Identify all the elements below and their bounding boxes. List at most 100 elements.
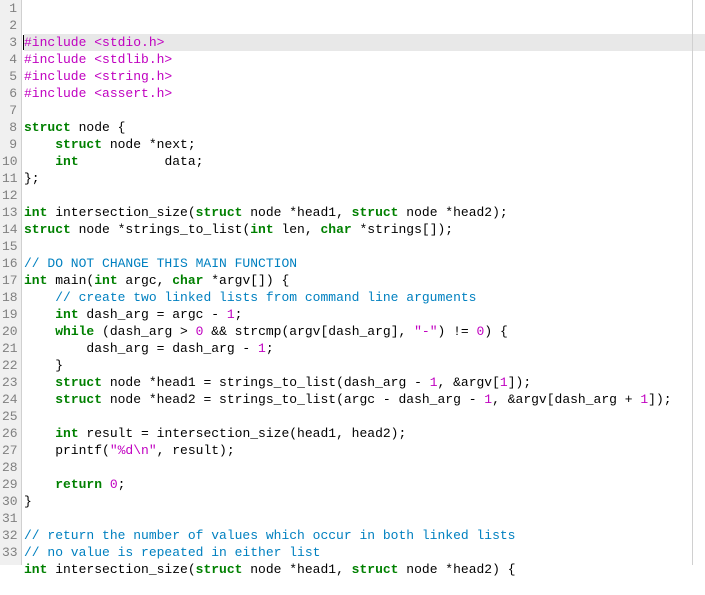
code-line[interactable] bbox=[24, 510, 705, 527]
code-token: *strings[]); bbox=[352, 222, 453, 237]
line-number: 17 bbox=[2, 272, 17, 289]
code-token: node *head1 = strings_to_list(dash_arg - bbox=[102, 375, 430, 390]
code-line[interactable]: struct node *strings_to_list(int len, ch… bbox=[24, 221, 705, 238]
code-token: argc, bbox=[118, 273, 173, 288]
line-number: 19 bbox=[2, 306, 17, 323]
code-line[interactable]: int intersection_size(struct node *head1… bbox=[24, 204, 705, 221]
code-line[interactable]: } bbox=[24, 493, 705, 510]
code-token bbox=[24, 137, 55, 152]
code-token: result = intersection_size(head1, head2)… bbox=[79, 426, 407, 441]
code-line[interactable]: int result = intersection_size(head1, he… bbox=[24, 425, 705, 442]
code-token: ]); bbox=[508, 375, 531, 390]
code-line[interactable]: struct node *head2 = strings_to_list(arg… bbox=[24, 391, 705, 408]
code-line[interactable]: #include <string.h> bbox=[24, 68, 705, 85]
code-line[interactable]: // create two linked lists from command … bbox=[24, 289, 705, 306]
line-number: 20 bbox=[2, 323, 17, 340]
code-token: data; bbox=[79, 154, 204, 169]
code-token: 1 bbox=[258, 341, 266, 356]
code-token: , &argv[ bbox=[438, 375, 500, 390]
code-token bbox=[102, 477, 110, 492]
code-token: 1 bbox=[430, 375, 438, 390]
code-token: struct bbox=[55, 137, 102, 152]
code-token: <stdio.h> bbox=[94, 35, 164, 50]
line-number: 11 bbox=[2, 170, 17, 187]
code-token: #include bbox=[24, 35, 94, 50]
code-line[interactable]: int intersection_size(struct node *head1… bbox=[24, 561, 705, 578]
code-line[interactable]: struct node { bbox=[24, 119, 705, 136]
code-token: ) != bbox=[438, 324, 477, 339]
code-token: struct bbox=[24, 222, 71, 237]
code-line[interactable] bbox=[24, 459, 705, 476]
line-number: 30 bbox=[2, 493, 17, 510]
code-token: struct bbox=[196, 562, 243, 577]
code-line[interactable]: int dash_arg = argc - 1; bbox=[24, 306, 705, 323]
code-line[interactable] bbox=[24, 408, 705, 425]
code-token bbox=[24, 324, 55, 339]
line-number: 33 bbox=[2, 544, 17, 561]
line-number: 32 bbox=[2, 527, 17, 544]
code-token: ]); bbox=[648, 392, 671, 407]
code-token: len, bbox=[274, 222, 321, 237]
line-number: 14 bbox=[2, 221, 17, 238]
code-line[interactable]: return 0; bbox=[24, 476, 705, 493]
code-line[interactable]: printf("%d\n", result); bbox=[24, 442, 705, 459]
code-line[interactable] bbox=[24, 578, 705, 595]
line-number: 27 bbox=[2, 442, 17, 459]
line-number: 25 bbox=[2, 408, 17, 425]
line-number: 29 bbox=[2, 476, 17, 493]
code-line[interactable]: // DO NOT CHANGE THIS MAIN FUNCTION bbox=[24, 255, 705, 272]
code-token: while bbox=[55, 324, 94, 339]
code-token bbox=[24, 426, 55, 441]
code-line[interactable]: struct node *next; bbox=[24, 136, 705, 153]
code-token: char bbox=[320, 222, 351, 237]
code-token: intersection_size( bbox=[47, 562, 195, 577]
code-line[interactable] bbox=[24, 187, 705, 204]
code-line[interactable] bbox=[24, 238, 705, 255]
code-token: struct bbox=[24, 120, 71, 135]
code-token bbox=[24, 154, 55, 169]
code-token: ; bbox=[266, 341, 274, 356]
code-line[interactable]: #include <stdlib.h> bbox=[24, 51, 705, 68]
code-line[interactable]: int main(int argc, char *argv[]) { bbox=[24, 272, 705, 289]
code-token: int bbox=[94, 273, 117, 288]
code-token bbox=[24, 477, 55, 492]
code-token bbox=[24, 307, 55, 322]
code-token: struct bbox=[352, 205, 399, 220]
code-line[interactable]: }; bbox=[24, 170, 705, 187]
line-number: 18 bbox=[2, 289, 17, 306]
code-token bbox=[24, 290, 55, 305]
line-number-gutter: 1234567891011121314151617181920212223242… bbox=[0, 0, 22, 565]
code-token bbox=[24, 392, 55, 407]
code-line[interactable] bbox=[24, 102, 705, 119]
code-line[interactable]: #include <stdio.h> bbox=[24, 34, 705, 51]
code-line[interactable]: while (dash_arg > 0 && strcmp(argv[dash_… bbox=[24, 323, 705, 340]
code-line[interactable]: #include <assert.h> bbox=[24, 85, 705, 102]
code-editor-area[interactable]: #include <stdio.h>#include <stdlib.h>#in… bbox=[22, 0, 705, 565]
code-token: 1 bbox=[484, 392, 492, 407]
code-token: node *next; bbox=[102, 137, 196, 152]
line-number: 8 bbox=[2, 119, 17, 136]
line-number: 10 bbox=[2, 153, 17, 170]
code-token: int bbox=[24, 562, 47, 577]
code-token: node *head2); bbox=[398, 205, 507, 220]
code-token: node *head1, bbox=[242, 562, 351, 577]
line-number: 5 bbox=[2, 68, 17, 85]
code-token: struct bbox=[352, 562, 399, 577]
code-line[interactable]: } bbox=[24, 357, 705, 374]
code-line[interactable]: // return the number of values which occ… bbox=[24, 527, 705, 544]
code-token: dash_arg = argc - bbox=[79, 307, 227, 322]
code-token: , result); bbox=[157, 443, 235, 458]
code-line[interactable]: int data; bbox=[24, 153, 705, 170]
code-token: } bbox=[24, 494, 32, 509]
code-line[interactable]: dash_arg = dash_arg - 1; bbox=[24, 340, 705, 357]
code-token: ) { bbox=[484, 324, 507, 339]
code-token: intersection_size( bbox=[47, 205, 195, 220]
code-token: ; bbox=[235, 307, 243, 322]
line-number: 12 bbox=[2, 187, 17, 204]
line-number: 4 bbox=[2, 51, 17, 68]
code-line[interactable]: // no value is repeated in either list bbox=[24, 544, 705, 561]
code-token: struct bbox=[55, 392, 102, 407]
line-number: 7 bbox=[2, 102, 17, 119]
code-token: #include bbox=[24, 86, 94, 101]
code-line[interactable]: struct node *head1 = strings_to_list(das… bbox=[24, 374, 705, 391]
